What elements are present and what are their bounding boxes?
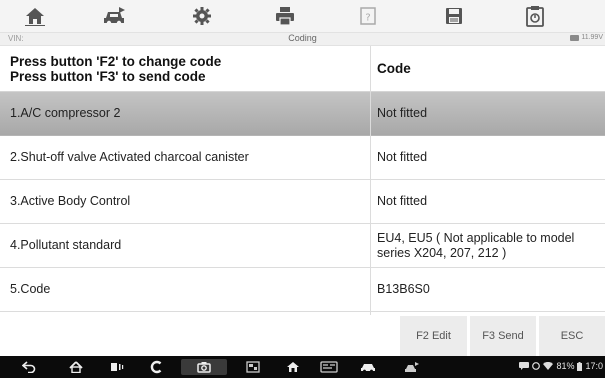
f3-send-button[interactable]: F3 Send bbox=[470, 316, 536, 356]
back-icon[interactable] bbox=[20, 359, 38, 375]
function-button-bar: F2 Edit F3 Send ESC bbox=[0, 316, 605, 356]
data-logging-icon[interactable] bbox=[522, 4, 548, 28]
battery-icon bbox=[577, 361, 583, 371]
row-name: 1.A/C compressor 2 bbox=[10, 106, 121, 120]
camera-icon[interactable] bbox=[181, 359, 227, 375]
settings-gear-icon[interactable] bbox=[189, 4, 215, 28]
table-row[interactable]: 4.Pollutant standard EU4, EU5 ( Not appl… bbox=[0, 224, 605, 268]
row-name: 2.Shut-off valve Activated charcoal cani… bbox=[10, 150, 249, 164]
instruction-header: Press button 'F2' to change code Press b… bbox=[10, 54, 221, 84]
instruction-line-f3: Press button 'F3' to send code bbox=[10, 69, 206, 84]
f2-edit-button[interactable]: F2 Edit bbox=[400, 316, 467, 356]
notification-icon bbox=[532, 362, 541, 370]
browser-icon[interactable] bbox=[148, 359, 166, 375]
home-icon[interactable] bbox=[22, 4, 48, 28]
svg-text:?: ? bbox=[365, 13, 370, 24]
table-header: Press button 'F2' to change code Press b… bbox=[0, 46, 605, 92]
table-row[interactable]: 3.Active Body Control Not fitted bbox=[0, 180, 605, 224]
autel-home-icon[interactable] bbox=[284, 359, 302, 375]
row-value: Not fitted bbox=[377, 194, 428, 208]
table-row[interactable]: 2.Shut-off valve Activated charcoal cani… bbox=[0, 136, 605, 180]
column-divider bbox=[370, 46, 371, 315]
row-value: EU4, EU5 ( Not applicable to model serie… bbox=[377, 231, 575, 260]
status-info-bar: VIN: Coding 11.99V bbox=[0, 32, 605, 46]
row-name: 4.Pollutant standard bbox=[10, 238, 122, 252]
home-nav-icon[interactable] bbox=[67, 359, 85, 375]
save-icon[interactable] bbox=[441, 4, 467, 28]
top-toolbar: ? bbox=[0, 0, 605, 32]
table-row[interactable]: 5.Code B13B6S0 bbox=[0, 268, 605, 312]
message-icon bbox=[519, 362, 530, 370]
row-value: B13B6S0 bbox=[377, 282, 430, 296]
remote-desk-icon[interactable] bbox=[402, 359, 422, 375]
system-navigation-bar: 81% 17:0 bbox=[0, 356, 605, 378]
vci-icon[interactable] bbox=[318, 359, 340, 375]
row-name: 3.Active Body Control bbox=[10, 194, 131, 208]
wifi-icon bbox=[543, 362, 554, 370]
battery-voltage-icon bbox=[570, 34, 580, 41]
row-value: Not fitted bbox=[377, 150, 428, 164]
table-row[interactable]: 1.A/C compressor 2 Not fitted bbox=[0, 92, 605, 136]
clock: 17:0 bbox=[585, 361, 603, 371]
system-status: 81% 17:0 bbox=[519, 361, 603, 371]
vehicle-menu-icon[interactable] bbox=[358, 359, 378, 375]
help-icon[interactable]: ? bbox=[355, 4, 381, 28]
esc-button[interactable]: ESC bbox=[539, 316, 605, 356]
voltage-indicator: 11.99V bbox=[570, 34, 603, 41]
row-name: 5.Code bbox=[10, 282, 51, 296]
code-column-header: Code bbox=[377, 61, 411, 76]
row-value: Not fitted bbox=[377, 106, 428, 120]
voltage-value: 11.99V bbox=[581, 34, 603, 41]
recent-apps-icon[interactable] bbox=[108, 359, 126, 375]
screenshot-icon[interactable] bbox=[244, 359, 262, 375]
page-title: Coding bbox=[288, 33, 317, 43]
instruction-line-f2: Press button 'F2' to change code bbox=[10, 54, 222, 69]
battery-percent: 81% bbox=[556, 361, 575, 371]
coding-table: Press button 'F2' to change code Press b… bbox=[0, 46, 605, 312]
print-icon[interactable] bbox=[272, 4, 298, 28]
vehicle-swap-icon[interactable] bbox=[102, 4, 128, 28]
